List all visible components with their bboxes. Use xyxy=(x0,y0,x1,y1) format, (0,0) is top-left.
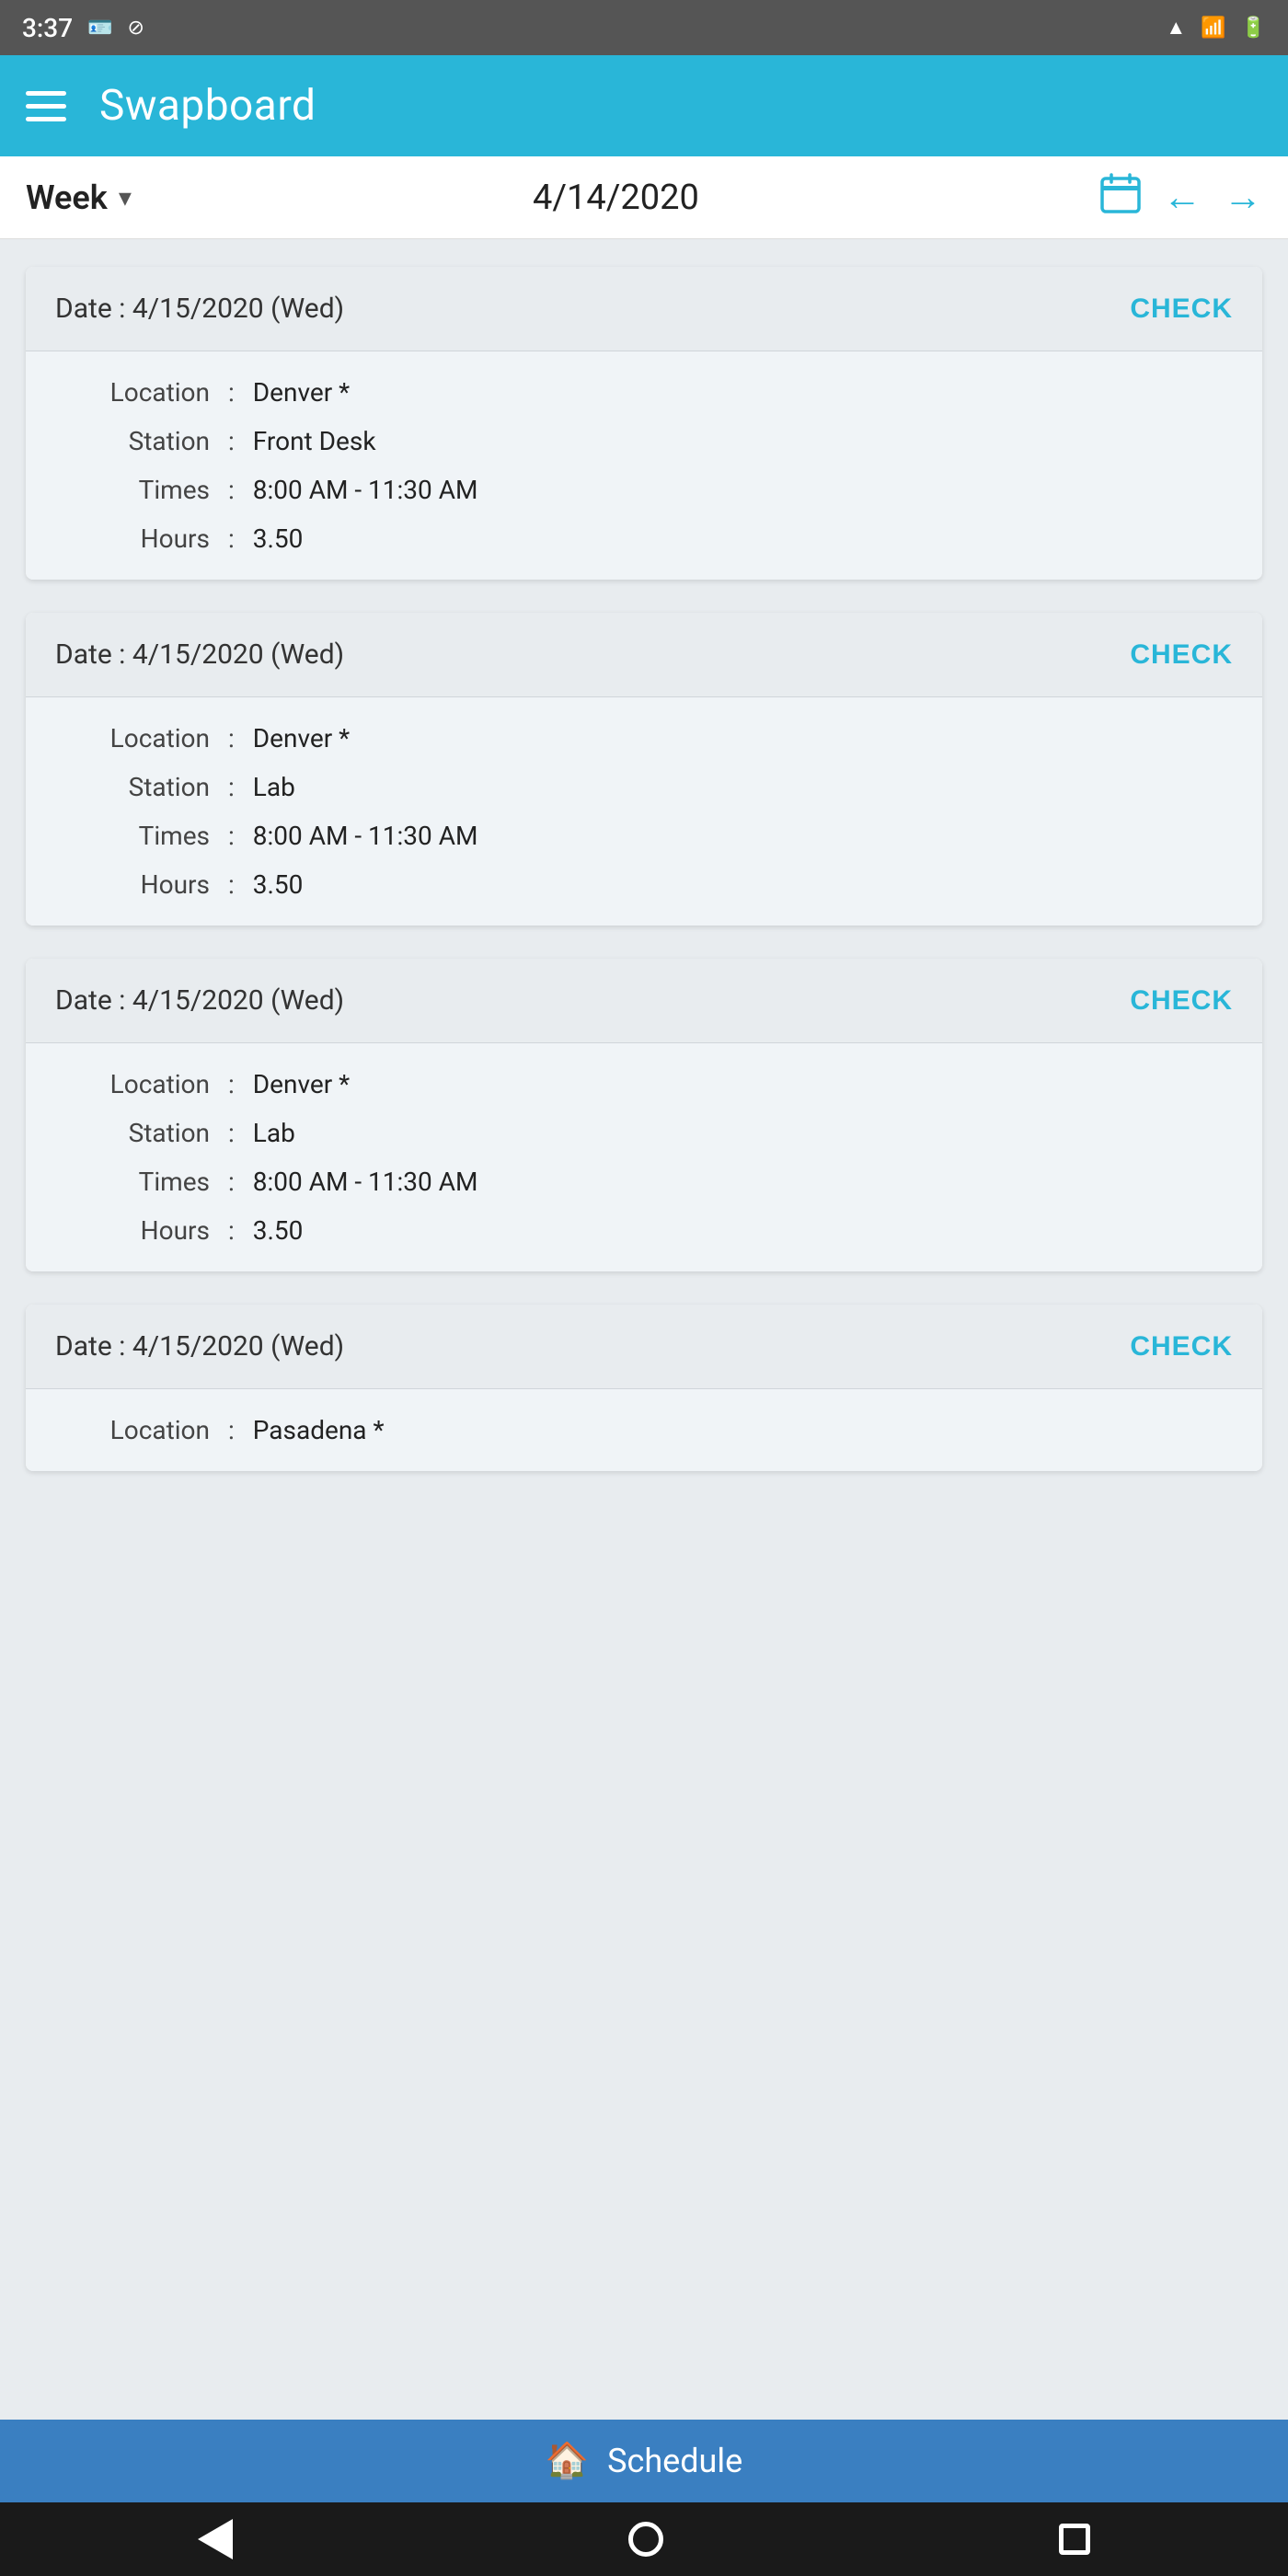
separator: : xyxy=(228,1415,235,1445)
separator: : xyxy=(228,869,235,900)
week-nav: ← → xyxy=(1100,173,1262,223)
schedule-label: Schedule xyxy=(607,2442,742,2480)
recents-button[interactable] xyxy=(1059,2524,1090,2555)
table-row: Hours : 3.50 xyxy=(63,1215,1225,1246)
table-row: Times : 8:00 AM - 11:30 AM xyxy=(63,1167,1225,1197)
table-row: Station : Lab xyxy=(63,772,1225,802)
card-date: Date : 4/15/2020 (Wed) xyxy=(55,293,344,325)
card-header: Date : 4/15/2020 (Wed) CHECK xyxy=(26,959,1262,1043)
field-value: 8:00 AM - 11:30 AM xyxy=(253,821,478,851)
arrow-right-icon[interactable]: → xyxy=(1224,175,1262,220)
separator: : xyxy=(228,1167,235,1197)
separator: : xyxy=(228,1118,235,1148)
field-label: Station xyxy=(63,426,210,456)
table-row: Hours : 3.50 xyxy=(63,869,1225,900)
table-row: Times : 8:00 AM - 11:30 AM xyxy=(63,821,1225,851)
field-label: Times xyxy=(63,821,210,851)
table-row: Hours : 3.50 xyxy=(63,523,1225,554)
card-header: Date : 4/15/2020 (Wed) CHECK xyxy=(26,613,1262,697)
table-row: Location : Denver * xyxy=(63,723,1225,753)
separator: : xyxy=(228,1069,235,1099)
battery-icon: 🔋 xyxy=(1241,17,1266,40)
arrow-left-icon[interactable]: ← xyxy=(1163,175,1202,220)
week-date: 4/14/2020 xyxy=(132,178,1100,218)
separator: : xyxy=(228,723,235,753)
separator: : xyxy=(228,523,235,554)
separator: : xyxy=(228,426,235,456)
field-value: Lab xyxy=(253,772,295,802)
wifi-icon: ▲ xyxy=(1166,16,1186,40)
chevron-down-icon[interactable]: ▾ xyxy=(119,182,132,213)
card-body: Location : Denver * Station : Lab Times : … xyxy=(26,697,1262,926)
table-row: Station : Lab xyxy=(63,1118,1225,1148)
home-icon: 🏠 xyxy=(546,2441,589,2481)
app-bar: Swapboard xyxy=(0,55,1288,156)
card-body: Location : Denver * Station : Front Desk T… xyxy=(26,351,1262,580)
shift-card: Date : 4/15/2020 (Wed) CHECK Location : De… xyxy=(26,613,1262,926)
table-row: Location : Pasadena * xyxy=(63,1415,1225,1445)
table-row: Location : Denver * xyxy=(63,377,1225,408)
field-label: Location xyxy=(63,1415,210,1445)
field-label: Location xyxy=(63,377,210,408)
card-header: Date : 4/15/2020 (Wed) CHECK xyxy=(26,1305,1262,1389)
signal-icon: 📶 xyxy=(1201,17,1225,40)
separator: : xyxy=(228,475,235,505)
card-header: Date : 4/15/2020 (Wed) CHECK xyxy=(26,267,1262,351)
card-date: Date : 4/15/2020 (Wed) xyxy=(55,984,344,1017)
field-value: 3.50 xyxy=(253,523,304,554)
back-button[interactable] xyxy=(198,2519,233,2559)
field-value: Denver * xyxy=(253,1069,350,1099)
field-label: Times xyxy=(63,1167,210,1197)
field-value: Front Desk xyxy=(253,426,376,456)
check-button[interactable]: CHECK xyxy=(1130,293,1233,325)
main-content: Date : 4/15/2020 (Wed) CHECK Location : De… xyxy=(0,239,1288,1499)
field-value: Pasadena * xyxy=(253,1415,385,1445)
card-date: Date : 4/15/2020 (Wed) xyxy=(55,638,344,671)
bottom-nav[interactable]: 🏠 Schedule xyxy=(0,2420,1288,2502)
separator: : xyxy=(228,377,235,408)
card-body: Location : Pasadena * xyxy=(26,1389,1262,1471)
home-button[interactable] xyxy=(628,2522,663,2557)
field-value: Lab xyxy=(253,1118,295,1148)
card-date: Date : 4/15/2020 (Wed) xyxy=(55,1330,344,1363)
week-label: Week xyxy=(26,178,108,217)
android-nav xyxy=(0,2502,1288,2576)
field-value: 3.50 xyxy=(253,869,304,900)
time-display: 3:37 xyxy=(22,13,73,43)
table-row: Station : Front Desk xyxy=(63,426,1225,456)
menu-button[interactable] xyxy=(26,91,66,121)
status-bar: 3:37 🪪 ⊘ ▲ 📶 🔋 xyxy=(0,0,1288,55)
field-label: Location xyxy=(63,1069,210,1099)
field-value: 8:00 AM - 11:30 AM xyxy=(253,475,478,505)
check-button[interactable]: CHECK xyxy=(1130,985,1233,1017)
sim-card-icon: 🪪 xyxy=(87,17,112,40)
app-title: Swapboard xyxy=(99,81,316,131)
card-body: Location : Denver * Station : Lab Times : … xyxy=(26,1043,1262,1271)
check-button[interactable]: CHECK xyxy=(1130,1331,1233,1363)
field-label: Station xyxy=(63,1118,210,1148)
separator: : xyxy=(228,1215,235,1246)
table-row: Times : 8:00 AM - 11:30 AM xyxy=(63,475,1225,505)
table-row: Location : Denver * xyxy=(63,1069,1225,1099)
field-value: Denver * xyxy=(253,377,350,408)
calendar-icon[interactable] xyxy=(1100,173,1141,223)
separator: : xyxy=(228,772,235,802)
week-selector: Week ▾ 4/14/2020 ← → xyxy=(0,156,1288,239)
field-label: Location xyxy=(63,723,210,753)
field-label: Hours xyxy=(63,523,210,554)
field-label: Hours xyxy=(63,1215,210,1246)
field-value: 3.50 xyxy=(253,1215,304,1246)
separator: : xyxy=(228,821,235,851)
field-label: Times xyxy=(63,475,210,505)
field-label: Station xyxy=(63,772,210,802)
field-label: Hours xyxy=(63,869,210,900)
shift-card: Date : 4/15/2020 (Wed) CHECK Location : De… xyxy=(26,959,1262,1271)
check-button[interactable]: CHECK xyxy=(1130,639,1233,671)
shift-card: Date : 4/15/2020 (Wed) CHECK Location : Pa… xyxy=(26,1305,1262,1471)
field-value: Denver * xyxy=(253,723,350,753)
no-entry-icon: ⊘ xyxy=(128,17,144,40)
field-value: 8:00 AM - 11:30 AM xyxy=(253,1167,478,1197)
shift-card: Date : 4/15/2020 (Wed) CHECK Location : De… xyxy=(26,267,1262,580)
